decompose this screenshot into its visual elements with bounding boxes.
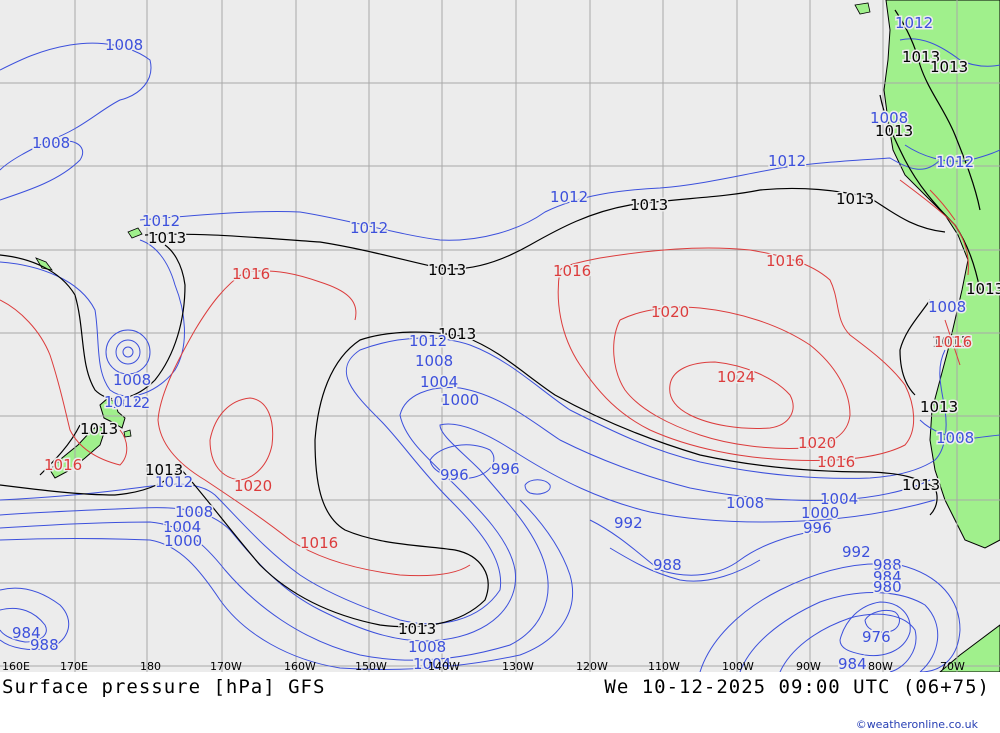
longitude-label: 180: [140, 660, 161, 672]
isobar-label: 988: [30, 636, 59, 654]
isobar-label: 988: [653, 556, 682, 574]
isobar-label: 1020: [651, 303, 689, 321]
isobar-label: 1013: [398, 620, 436, 638]
map-footer: Surface pressure [hPa] GFS We 10-12-2025…: [0, 672, 1000, 733]
isobar-label: 1012: [768, 152, 806, 170]
isobar-label: 1008: [408, 638, 446, 656]
isobar-label: 1020: [234, 477, 272, 495]
isobar-label: 1016: [300, 534, 338, 552]
isobar-label: 1013: [630, 196, 668, 214]
map-canvas: 1008100810081008101210121013101310121012…: [0, 0, 1000, 672]
longitude-label: 160E: [2, 660, 30, 672]
isobar-label: 1024: [717, 368, 755, 386]
isobar-label: 1012: [409, 332, 447, 350]
valid-time: We 10-12-2025 09:00 UTC (06+75): [604, 676, 990, 698]
isobar-label: 1013: [930, 58, 968, 76]
isobar-label: 1012: [142, 212, 180, 230]
isobar-label: 1008: [415, 352, 453, 370]
isobar-label: 976: [862, 628, 891, 646]
isobar-label: 1016: [817, 453, 855, 471]
isobar-label: 996: [491, 460, 520, 478]
pressure-map: 1008 1008 1008 1008 1012 1012 1013 1013 1012 1012…: [0, 0, 1000, 672]
isobar-label: 996: [803, 519, 832, 537]
isobar-label: 984: [838, 655, 867, 672]
isobar-label: 1016: [553, 262, 591, 280]
isobar-label: 1013: [902, 476, 940, 494]
isobar-label: 1008: [928, 298, 966, 316]
isobar-label: 1013: [145, 461, 183, 479]
isobar-label: 992: [842, 543, 871, 561]
isobar-label: 1016: [232, 265, 270, 283]
isobar-label: 1016: [44, 456, 82, 474]
isobar-label: 992: [614, 514, 643, 532]
isobar-label: 1012: [895, 14, 933, 32]
sea-background: [0, 0, 1000, 672]
isobar-label: 1008: [32, 134, 70, 152]
isobar-label: 1000: [164, 532, 202, 550]
isobar-label: 1013: [966, 280, 1000, 298]
isobar-label: 1012: [936, 153, 974, 171]
isobar-label: 996: [440, 466, 469, 484]
isobar-label: 1013: [920, 398, 958, 416]
isobar-label: 1008: [936, 429, 974, 447]
longitude-label: 80W: [868, 660, 893, 672]
longitude-label: 170W: [210, 660, 242, 672]
isobar-label: 1008: [113, 371, 151, 389]
longitude-label: 140W: [428, 660, 460, 672]
isobar-label: 980: [873, 578, 902, 596]
isobar-label: 1013: [428, 261, 466, 279]
isobar-label: 1012: [104, 393, 142, 411]
isobar-label: 1016: [934, 333, 972, 351]
longitude-label: 110W: [648, 660, 680, 672]
longitude-label: 130W: [502, 660, 534, 672]
isobar-label: 1008: [726, 494, 764, 512]
longitude-label: 120W: [576, 660, 608, 672]
isobar-label: 1008: [105, 36, 143, 54]
isobar-label: 1012: [350, 219, 388, 237]
isobar-label: 1004: [420, 373, 458, 391]
longitude-label: 170E: [60, 660, 88, 672]
isobar-label: 1013: [836, 190, 874, 208]
longitude-label: 150W: [355, 660, 387, 672]
isobar-label: 1000: [441, 391, 479, 409]
isobar-label: 1013: [875, 122, 913, 140]
isobar-label: 1012: [550, 188, 588, 206]
isobar-label: 1013: [80, 420, 118, 438]
longitude-label: 100W: [722, 660, 754, 672]
longitude-label: 70W: [940, 660, 965, 672]
longitude-label: 160W: [284, 660, 316, 672]
isobar-label: 1016: [766, 252, 804, 270]
chart-title: Surface pressure [hPa] GFS: [2, 676, 326, 698]
isobar-label: 1020: [798, 434, 836, 452]
isobar-label: 1013: [148, 229, 186, 247]
credit-link[interactable]: ©weatheronline.co.uk: [856, 718, 978, 731]
longitude-label: 90W: [796, 660, 821, 672]
